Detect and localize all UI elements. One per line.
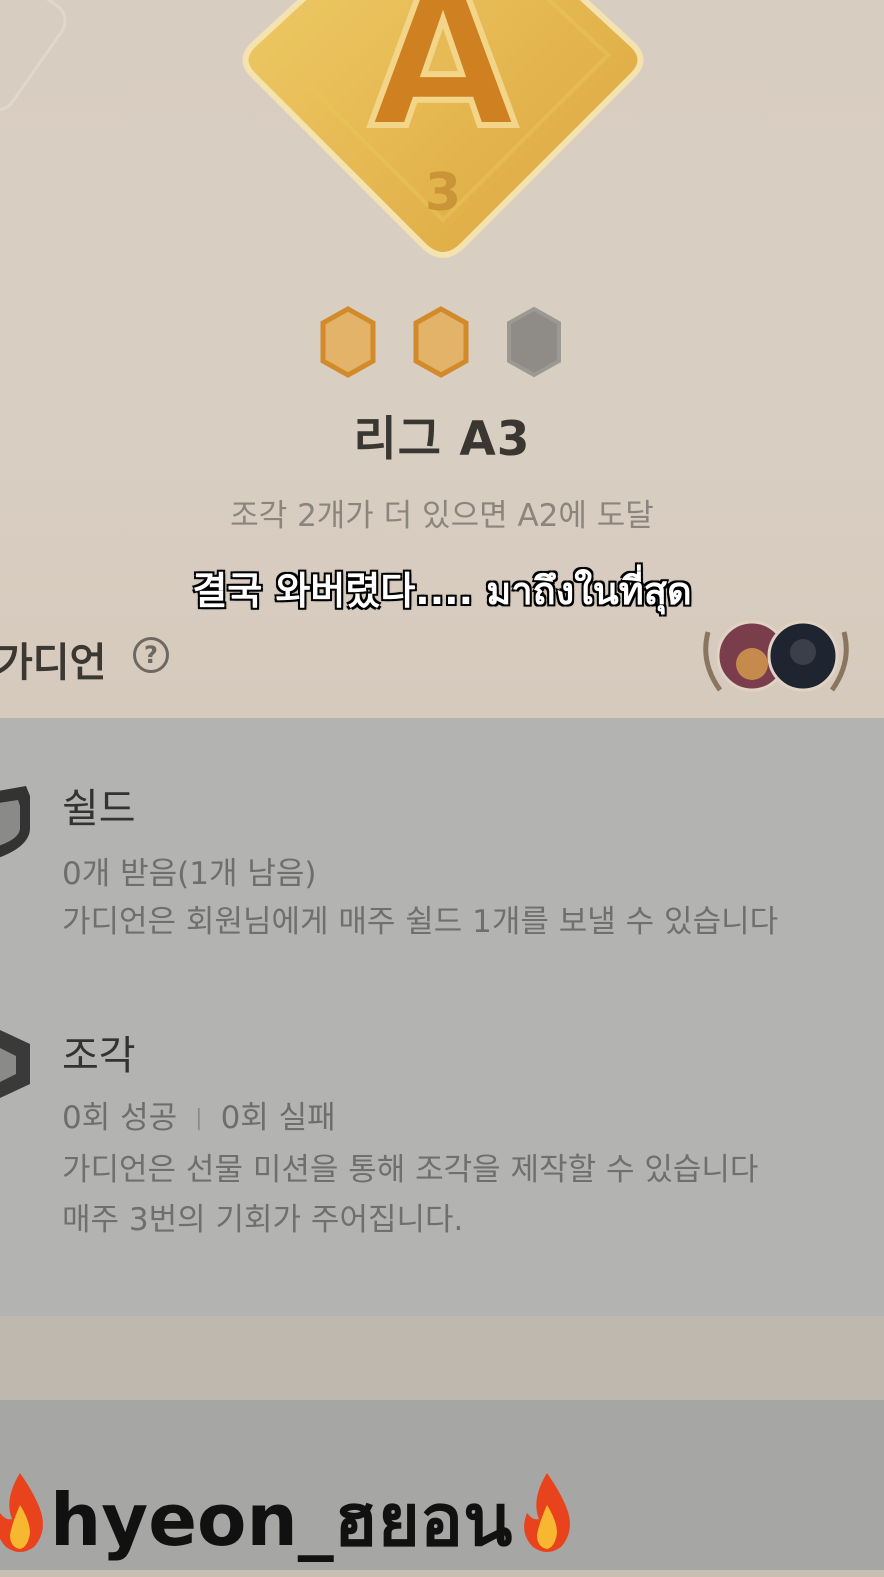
guardian-avatars[interactable] bbox=[700, 612, 852, 698]
fire-icon bbox=[524, 1473, 571, 1552]
shield-description: 가디언은 회원님에게 매주 쉴드 1개를 보낼 수 있습니다 bbox=[62, 904, 779, 940]
shield-status: 0개 받음(1개 남음) bbox=[62, 856, 317, 892]
shield-title: 쉴드 bbox=[62, 786, 136, 832]
fragment-success: 0회 성공 bbox=[62, 1100, 178, 1136]
watermark-text: hyeon_ฮยอน bbox=[50, 1478, 513, 1562]
streamer-watermark: hyeon_ฮยอน bbox=[0, 1462, 630, 1562]
fragment-description-1: 가디언은 선물 미션을 통해 조각을 제작할 수 있습니다 bbox=[62, 1152, 759, 1188]
section-divider bbox=[0, 1316, 884, 1400]
fragment-description-2: 매주 3번의 기회가 주어집니다. bbox=[62, 1202, 464, 1238]
fragment-title: 조각 bbox=[62, 1033, 136, 1079]
piece-filled-icon bbox=[320, 306, 376, 378]
league-section: A 3 리그 A3 조각 2개가 더 있으면 A2에 도달 결국 와버렸다...… bbox=[0, 0, 884, 718]
league-subtitle: 조각 2개가 더 있으면 A2에 도달 bbox=[230, 498, 654, 534]
fire-icon bbox=[0, 1473, 43, 1552]
fragment-fail: 0회 실패 bbox=[220, 1100, 336, 1136]
previous-badge-edge bbox=[0, 0, 75, 120]
piece-empty-icon bbox=[507, 306, 561, 378]
stat-separator: | bbox=[195, 1106, 203, 1131]
fragment-stats: 0회 성공 | 0회 실패 bbox=[62, 1092, 336, 1137]
help-icon[interactable]: ? bbox=[133, 637, 169, 673]
league-badge-icon: A 3 bbox=[242, 0, 644, 258]
piece-filled-icon bbox=[413, 306, 469, 378]
shield-icon bbox=[0, 786, 30, 858]
guardian-heading: 가디언 bbox=[0, 640, 107, 686]
fragment-icon bbox=[0, 1030, 30, 1098]
badge-letter: A bbox=[369, 0, 516, 170]
guardian-card: 쉴드 0개 받음(1개 남음) 가디언은 회원님에게 매주 쉴드 1개를 보낼 … bbox=[0, 718, 884, 1316]
piece-progress bbox=[0, 306, 884, 380]
badge-number: 3 bbox=[425, 163, 461, 223]
league-title: 리그 A3 bbox=[353, 412, 531, 467]
